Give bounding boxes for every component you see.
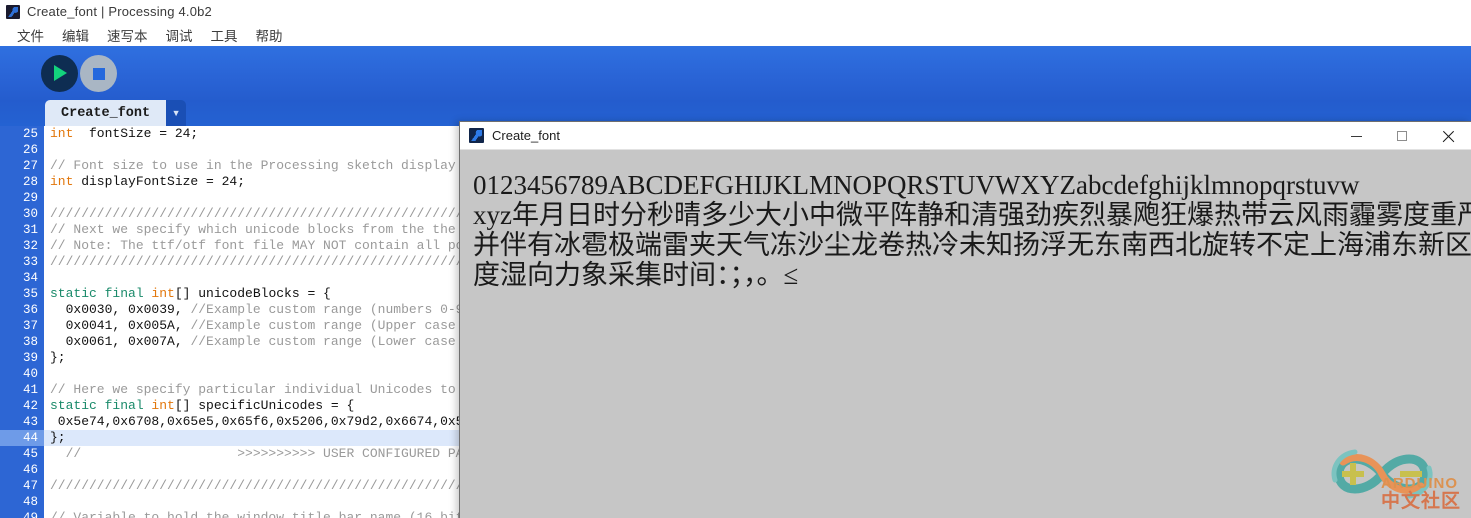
- code-token: displayFontSize = 24;: [73, 174, 246, 189]
- processing-icon: [469, 128, 484, 143]
- sketch-tab[interactable]: Create_font ▼: [45, 100, 187, 126]
- code-token: 0x0061, 0x007A,: [50, 334, 191, 349]
- close-button[interactable]: [1425, 122, 1471, 150]
- line-number: 41: [22, 383, 38, 397]
- menu-item-edit[interactable]: 编辑: [53, 23, 98, 47]
- ide-title-bar: Create_font | Processing 4.0b2: [0, 0, 1471, 23]
- chevron-down-glyph: ▼: [171, 107, 181, 118]
- processing-icon: [6, 4, 20, 19]
- maximize-icon: [1397, 131, 1407, 141]
- line-number: 27: [22, 159, 38, 173]
- code-token: //Example custom range (Upper case A-Z): [190, 318, 495, 333]
- code-token: // Variable to hold the window title bar…: [50, 510, 480, 518]
- line-number: 46: [22, 463, 38, 477]
- line-number: 35: [22, 287, 38, 301]
- glyph-line-2: xyz年月日时分秒晴多少大小中微平阵静和清强劲疾烈暴飑狂爆热带云风雨霾雾度重严: [473, 200, 1471, 230]
- close-icon: [1442, 130, 1455, 143]
- menu-item-help[interactable]: 帮助: [247, 23, 292, 47]
- code-token: static final: [50, 286, 152, 301]
- maximize-button[interactable]: [1379, 122, 1425, 150]
- code-token: [] unicodeBlocks = {: [174, 286, 331, 301]
- line-number: 38: [22, 335, 38, 349]
- sketch-window-title-bar[interactable]: Create_font: [460, 122, 1471, 150]
- line-number: 44: [0, 430, 44, 446]
- line-number: 45: [22, 447, 38, 461]
- stop-button[interactable]: [80, 55, 117, 92]
- code-token: // >>>>>>>>>> USER CONFIGURED PARAM: [50, 446, 487, 461]
- code-token: };: [50, 350, 66, 365]
- menu-item-tools[interactable]: 工具: [202, 23, 247, 47]
- code-token: //Example custom range (Lower case a-z): [190, 334, 495, 349]
- code-token: 0x5e74,0x6708,0x65e5,0x65f6,0x5206,0x79d…: [50, 414, 511, 429]
- watermark-text: ARDUINO 中文社区: [1381, 476, 1461, 512]
- code-token: };: [50, 430, 66, 445]
- line-number: 25: [22, 127, 38, 141]
- code-token: // Next we specify which unicode blocks …: [50, 222, 503, 237]
- code-token: 0x0041, 0x005A,: [50, 318, 191, 333]
- line-number: 37: [22, 319, 38, 333]
- toolbar: [0, 46, 1471, 102]
- glyph-line-4: 度湿向力象采集时间：；，。≤: [473, 260, 799, 290]
- sketch-window-title: Create_font: [492, 128, 560, 143]
- line-number: 49: [22, 511, 38, 518]
- sketch-display-window: Create_font 0123456789ABCDEFGHIJKLMNOPQR…: [459, 121, 1471, 518]
- line-number: 39: [22, 351, 38, 365]
- watermark-chinese: 中文社区: [1380, 491, 1461, 513]
- code-token: int: [50, 174, 74, 189]
- line-number: 42: [22, 399, 38, 413]
- line-number: 29: [22, 191, 38, 205]
- code-token: 0x0030, 0x0039,: [50, 302, 191, 317]
- ide-title: Create_font | Processing 4.0b2: [27, 4, 212, 19]
- code-token: // Font size to use in the Processing sk…: [50, 158, 511, 173]
- line-number: 26: [22, 143, 38, 157]
- sketch-tab-label[interactable]: Create_font: [45, 100, 167, 126]
- sketch-canvas: 0123456789ABCDEFGHIJKLMNOPQRSTUVWXYZabcd…: [460, 150, 1471, 518]
- menu-item-sketch[interactable]: 速写本: [98, 23, 157, 47]
- glyph-line-3: 并伴有冰雹极端雷夹天气冻沙尘龙卷热冷未知扬浮无东南西北旋转不定上海浦东新区温: [473, 230, 1471, 260]
- minimize-icon: [1350, 135, 1362, 137]
- window-controls: [1333, 122, 1471, 150]
- line-number: 34: [22, 271, 38, 285]
- chevron-down-icon[interactable]: ▼: [166, 100, 187, 126]
- code-token: [] specificUnicodes = {: [174, 398, 355, 413]
- menu-item-file[interactable]: 文件: [8, 23, 53, 47]
- line-number: 40: [22, 367, 38, 381]
- line-number: 43: [22, 415, 38, 429]
- line-number: 48: [22, 495, 38, 509]
- run-button[interactable]: [41, 55, 78, 92]
- code-token: //Example custom range (numbers 0-9): [190, 302, 472, 317]
- menu-item-debug[interactable]: 调试: [157, 23, 202, 47]
- arduino-watermark: ARDUINO 中文社区: [1299, 432, 1465, 516]
- line-number: 32: [22, 239, 38, 253]
- line-number: 33: [22, 255, 38, 269]
- line-number: 28: [22, 175, 38, 189]
- code-token: int: [50, 126, 74, 141]
- code-token: int: [151, 398, 175, 413]
- code-token: int: [151, 286, 175, 301]
- minimize-button[interactable]: [1333, 122, 1379, 150]
- line-number: 47: [22, 479, 38, 493]
- code-token: // Note: The ttf/otf font file MAY NOT c…: [50, 238, 511, 253]
- screen: Create_font | Processing 4.0b2 文件 编辑 速写本…: [0, 0, 1471, 518]
- line-number: 31: [22, 223, 38, 237]
- code-token: static final: [50, 398, 152, 413]
- code-token: fontSize = 24;: [73, 126, 199, 141]
- glyph-line-1: 0123456789ABCDEFGHIJKLMNOPQRSTUVWXYZabcd…: [473, 170, 1360, 200]
- line-number: 36: [22, 303, 38, 317]
- code-token: // Here we specify particular individual…: [50, 382, 503, 397]
- menu-bar: 文件 编辑 速写本 调试 工具 帮助: [0, 23, 1471, 46]
- line-number: 30: [22, 207, 38, 221]
- watermark-english: ARDUINO: [1380, 475, 1458, 493]
